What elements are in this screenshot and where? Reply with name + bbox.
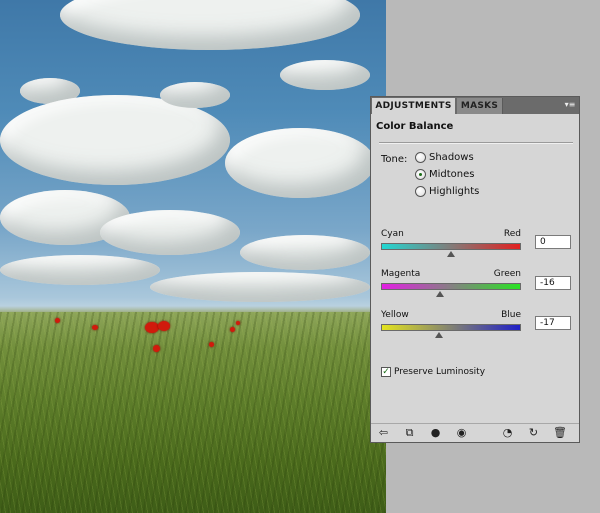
cloud bbox=[100, 210, 240, 255]
tab-adjustments[interactable]: ADJUSTMENTS bbox=[372, 98, 455, 114]
slider-label-cyan: Cyan bbox=[381, 229, 404, 239]
cloud bbox=[150, 272, 370, 302]
radio-label-shadows: Shadows bbox=[429, 151, 474, 163]
slider-label-yellow: Yellow bbox=[381, 310, 409, 320]
poppy bbox=[158, 321, 170, 331]
yellow-blue-value-input[interactable]: -17 bbox=[535, 316, 571, 330]
panel-menu-icon[interactable]: ▾≡ bbox=[564, 100, 576, 110]
tone-option-midtones[interactable]: Midtones bbox=[415, 167, 475, 181]
tone-option-highlights[interactable]: Highlights bbox=[415, 184, 479, 198]
tab-masks[interactable]: MASKS bbox=[457, 98, 503, 114]
cloud bbox=[240, 235, 370, 270]
magenta-green-track[interactable] bbox=[381, 283, 521, 297]
preserve-luminosity-label: Preserve Luminosity bbox=[394, 367, 486, 377]
poppy bbox=[153, 345, 160, 352]
preserve-luminosity-checkbox[interactable]: ✓ bbox=[381, 367, 391, 377]
radio-highlights[interactable] bbox=[415, 185, 426, 197]
poppy bbox=[55, 318, 60, 323]
back-arrow-icon[interactable]: ⇦ bbox=[377, 427, 390, 439]
radio-label-highlights: Highlights bbox=[429, 185, 480, 197]
poppy bbox=[92, 325, 98, 330]
cloud bbox=[160, 82, 230, 108]
poppy bbox=[230, 327, 235, 332]
cyan-red-thumb[interactable] bbox=[447, 251, 455, 257]
adjustment-title: Color Balance bbox=[376, 121, 454, 132]
cyan-red-track[interactable] bbox=[381, 243, 521, 257]
slider-label-red: Red bbox=[503, 229, 521, 239]
cloud bbox=[60, 0, 360, 50]
radio-shadows[interactable] bbox=[415, 151, 426, 163]
poppy bbox=[145, 322, 159, 333]
panel-tab-bar: ADJUSTMENTS MASKS ▾≡ bbox=[371, 97, 579, 114]
slider-magenta-green: Magenta Green bbox=[381, 269, 521, 297]
slider-yellow-blue: Yellow Blue bbox=[381, 310, 521, 338]
cloud bbox=[0, 255, 160, 285]
poppy bbox=[236, 321, 240, 325]
radio-label-midtones: Midtones bbox=[429, 168, 475, 180]
preserve-luminosity-row[interactable]: ✓ Preserve Luminosity bbox=[381, 367, 485, 377]
magenta-green-thumb[interactable] bbox=[435, 291, 444, 297]
slider-label-blue: Blue bbox=[501, 310, 521, 320]
reset-icon[interactable]: ↻ bbox=[527, 427, 540, 439]
adjustments-panel: ADJUSTMENTS MASKS ▾≡ Color Balance Tone:… bbox=[370, 96, 580, 443]
slider-cyan-red: Cyan Red bbox=[381, 229, 521, 257]
slider-label-magenta: Magenta bbox=[381, 269, 421, 279]
eye-icon[interactable]: ◉ bbox=[455, 427, 468, 439]
cloud bbox=[225, 128, 375, 198]
layer-visibility-icon[interactable]: ● bbox=[429, 427, 442, 439]
tone-label: Tone: bbox=[381, 154, 408, 165]
panel-bottom-bar: ⇦ ⧉ ● ◉ ◔ ↻ 🗑 bbox=[371, 423, 579, 442]
cloud bbox=[280, 60, 370, 90]
grass-field bbox=[0, 312, 386, 513]
document-canvas[interactable] bbox=[0, 0, 386, 513]
tone-option-shadows[interactable]: Shadows bbox=[415, 150, 474, 164]
slider-label-green: Green bbox=[493, 269, 521, 279]
divider bbox=[379, 142, 573, 144]
poppy bbox=[209, 342, 214, 347]
cyan-red-value-input[interactable]: 0 bbox=[535, 235, 571, 249]
clip-to-layer-icon[interactable]: ⧉ bbox=[403, 427, 416, 439]
yellow-blue-thumb[interactable] bbox=[435, 332, 444, 338]
yellow-blue-track[interactable] bbox=[381, 324, 521, 338]
cloud bbox=[0, 95, 230, 185]
magenta-green-value-input[interactable]: -16 bbox=[535, 276, 571, 290]
trash-icon[interactable]: 🗑 bbox=[553, 427, 567, 439]
view-previous-icon[interactable]: ◔ bbox=[501, 427, 514, 439]
radio-midtones[interactable] bbox=[415, 168, 426, 180]
